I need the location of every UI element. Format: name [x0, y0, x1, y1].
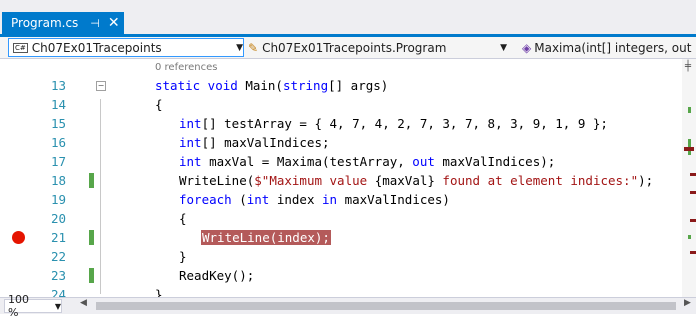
code-line-17: 17 int maxVal = Maxima(testArray, out ma…	[0, 152, 682, 171]
line-number: 21	[50, 230, 66, 245]
code-text: WriteLine($"Maximum value {maxVal} found…	[179, 173, 654, 188]
line-number: 17	[50, 154, 66, 169]
scroll-marker	[690, 191, 696, 194]
class-icon: ✎	[248, 40, 259, 55]
breakpoint-icon[interactable]	[12, 231, 25, 244]
vertical-scrollbar[interactable]: ╪	[682, 59, 696, 297]
code-line-15: 15 int[] testArray = { 4, 7, 4, 2, 7, 3,…	[0, 114, 682, 133]
code-text: ReadKey();	[179, 268, 255, 283]
code-line-21: 21 WriteLine(index);	[0, 228, 682, 247]
codelens-references[interactable]: 0 references	[155, 62, 218, 73]
line-number: 22	[50, 249, 66, 264]
zoom-level: 100 %	[8, 293, 29, 319]
member-dropdown[interactable]: ◈ Maxima(int[] integers, out	[518, 38, 696, 57]
code-line-22: 22 }	[0, 247, 682, 266]
project-dropdown[interactable]: C# Ch07Ex01Tracepoints ▼	[8, 38, 244, 57]
scroll-marker	[688, 107, 691, 113]
change-bar	[89, 230, 94, 245]
scroll-right-icon[interactable]: ▶	[684, 298, 691, 308]
scroll-left-icon[interactable]: ◀	[80, 298, 87, 308]
close-icon[interactable]: ✕	[108, 16, 120, 30]
line-number: 16	[50, 135, 66, 150]
scroll-marker	[684, 147, 694, 151]
code-text: WriteLine(index);	[201, 228, 331, 247]
class-dropdown-label: Ch07Ex01Tracepoints.Program	[262, 40, 447, 55]
collapse-icon[interactable]: −	[96, 81, 106, 91]
tab-title: Program.cs	[11, 16, 79, 30]
tab-program-cs[interactable]: Program.cs ⊣ ✕	[2, 12, 124, 34]
code-line-18: 18 WriteLine($"Maximum value {maxVal} fo…	[0, 171, 682, 190]
split-icon[interactable]: ╪	[685, 61, 691, 72]
code-line-19: 19 foreach (int index in maxValIndices)	[0, 190, 682, 209]
line-number: 14	[50, 97, 66, 112]
navigation-bar: C# Ch07Ex01Tracepoints ▼ ✎ Ch07Ex01Trace…	[0, 37, 696, 59]
line-number: 15	[50, 116, 66, 131]
scroll-marker	[690, 173, 696, 176]
code-text: int[] maxValIndices;	[179, 135, 330, 150]
line-number: 20	[50, 211, 66, 226]
scroll-marker	[688, 235, 691, 239]
document-tab-strip: Program.cs ⊣ ✕	[0, 0, 696, 37]
code-text: int maxVal = Maxima(testArray, out maxVa…	[179, 154, 556, 169]
member-dropdown-label: Maxima(int[] integers, out	[534, 40, 692, 55]
dropdown-arrow-icon: ▼	[54, 301, 61, 311]
csharp-project-icon: C#	[13, 42, 28, 53]
scroll-marker	[690, 219, 696, 222]
project-dropdown-label: Ch07Ex01Tracepoints	[31, 40, 162, 55]
breakpoint-highlight: WriteLine(index);	[201, 230, 331, 245]
scroll-marker	[690, 251, 696, 254]
editor-status-bar: 100 % ▼ ◀ ▶	[0, 293, 696, 319]
method-icon: ◈	[522, 40, 532, 55]
dropdown-arrow-icon: ▼	[500, 42, 507, 53]
code-text: {	[179, 211, 187, 226]
change-bar	[89, 268, 94, 283]
code-line-14: 14 {	[0, 95, 682, 114]
pin-icon[interactable]: ⊣	[90, 17, 100, 30]
code-line-16: 16 int[] maxValIndices;	[0, 133, 682, 152]
zoom-dropdown[interactable]: 100 % ▼	[4, 293, 62, 319]
change-bar	[89, 173, 94, 188]
code-text: {	[155, 97, 163, 112]
code-text: int[] testArray = { 4, 7, 4, 2, 7, 3, 7,…	[179, 116, 608, 131]
code-text: }	[179, 249, 187, 264]
code-editor[interactable]: 0 references 13 − static void Main(strin…	[0, 59, 682, 302]
horizontal-scrollbar[interactable]	[96, 302, 676, 310]
line-number: 13	[50, 78, 66, 93]
dropdown-arrow-icon: ▼	[236, 42, 243, 53]
code-line-23: 23 ReadKey();	[0, 266, 682, 285]
line-number: 18	[50, 173, 66, 188]
class-dropdown[interactable]: ✎ Ch07Ex01Tracepoints.Program ▼	[244, 38, 518, 57]
code-text: static void Main(string[] args)	[155, 78, 389, 93]
code-line-13: 13 − static void Main(string[] args)	[0, 76, 682, 95]
code-text: foreach (int index in maxValIndices)	[179, 192, 450, 207]
line-number: 19	[50, 192, 66, 207]
code-line-20: 20 {	[0, 209, 682, 228]
line-number: 23	[50, 268, 66, 283]
